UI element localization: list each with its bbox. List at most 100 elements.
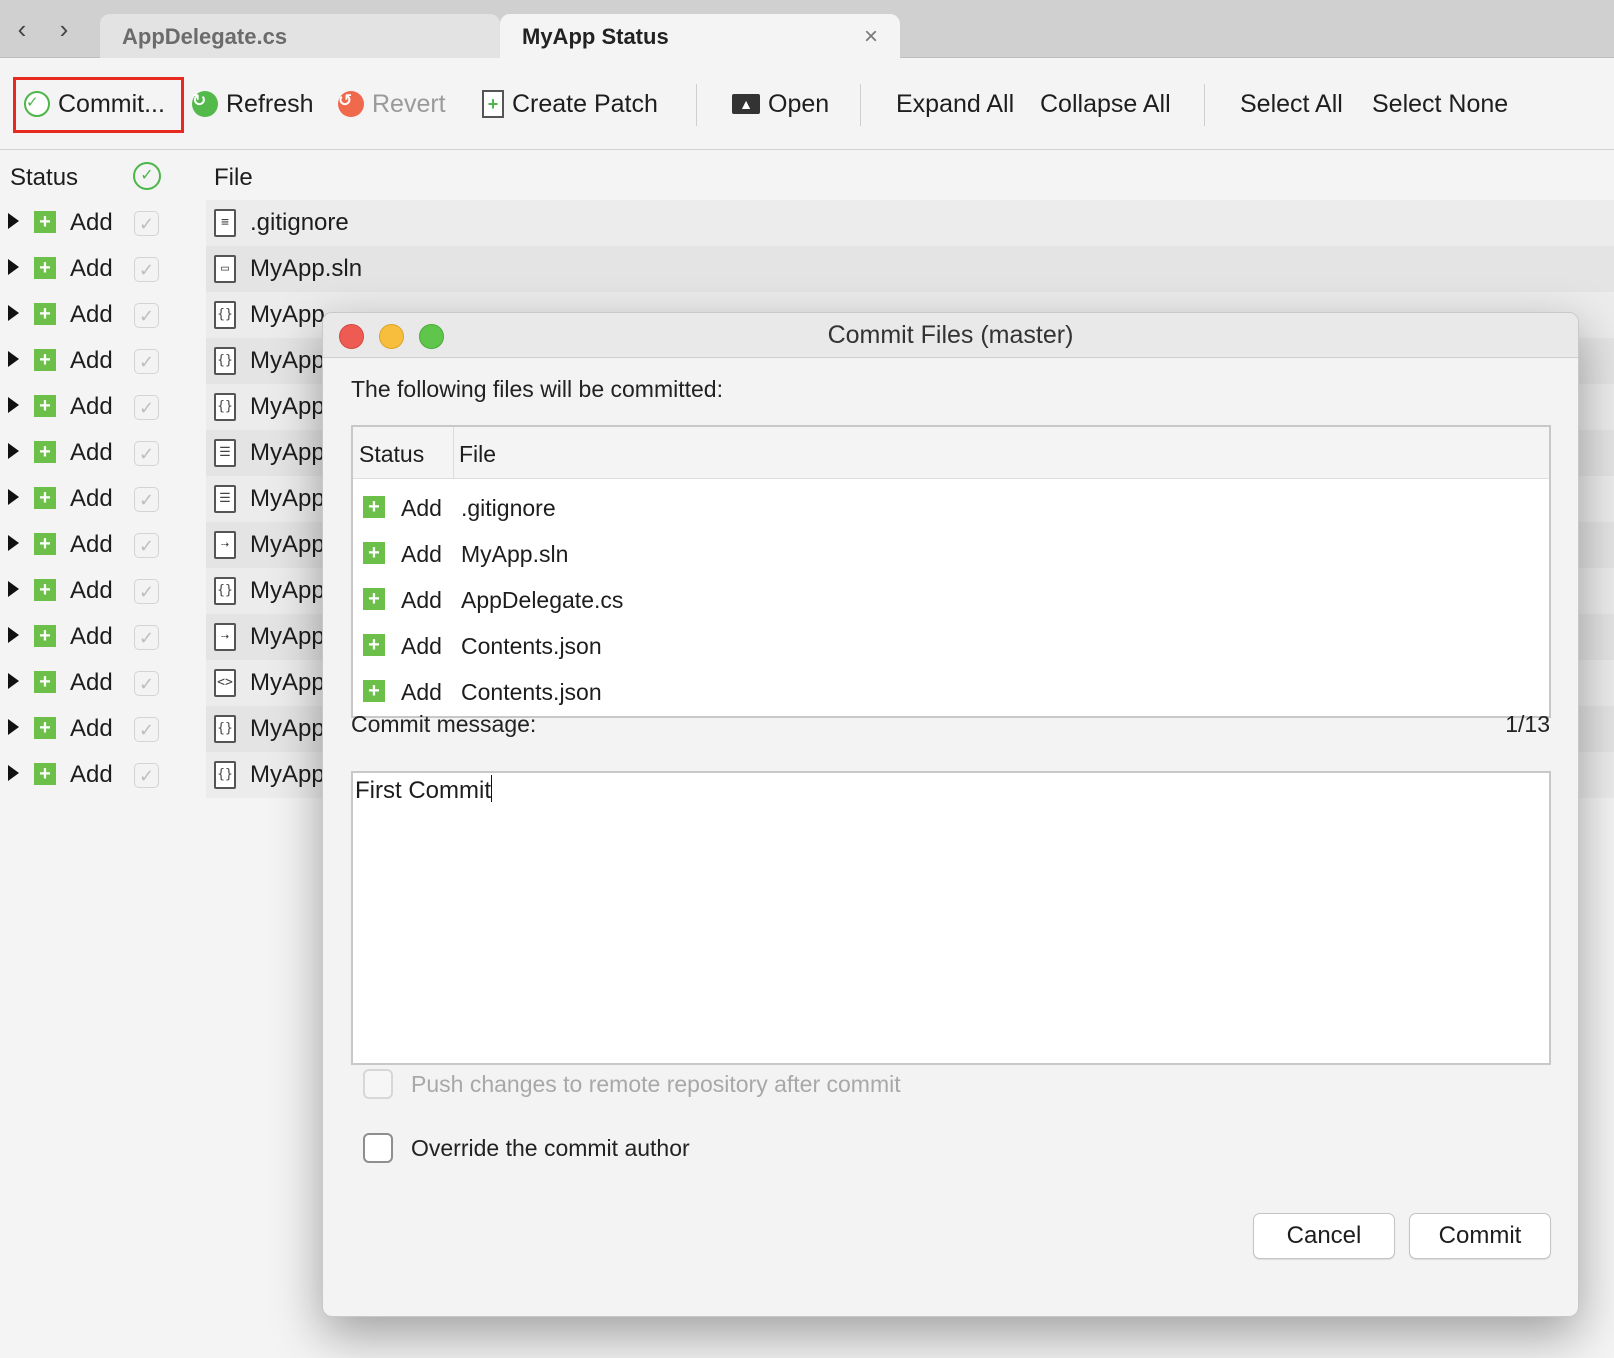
toolbar-divider <box>860 84 861 126</box>
list-item[interactable]: + Add ✓ ▭ MyApp.sln <box>0 246 1614 292</box>
table-row[interactable]: + Add Contents.json <box>353 669 1549 715</box>
create-patch-button-label: Create Patch <box>512 89 658 118</box>
override-author-checkbox[interactable] <box>363 1133 393 1163</box>
json-file-icon: {} <box>214 393 236 421</box>
tab-myapp-status[interactable]: MyApp Status × <box>500 14 900 59</box>
close-window-icon[interactable] <box>339 324 364 349</box>
toolbar-divider <box>1204 84 1205 126</box>
override-author-label: Override the commit author <box>411 1135 690 1161</box>
back-arrow-icon[interactable]: ‹ <box>10 16 34 42</box>
commit-message-counter: 1/13 <box>1505 711 1550 737</box>
row-status: Add <box>70 301 113 328</box>
disclosure-triangle-icon[interactable] <box>8 673 19 689</box>
row-include-checkbox[interactable]: ✓ <box>134 533 159 558</box>
forward-arrow-icon[interactable]: › <box>52 16 76 42</box>
select-all-button[interactable]: Select All <box>1240 76 1343 132</box>
row-include-checkbox[interactable]: ✓ <box>134 395 159 420</box>
list-file-icon: ☰ <box>214 485 236 513</box>
open-button[interactable]: ▲ Open <box>732 76 829 132</box>
refresh-button-label: Refresh <box>226 89 314 118</box>
folder-open-icon: ▲ <box>732 94 760 114</box>
json-file-icon: {} <box>214 301 236 329</box>
row-include-checkbox[interactable]: ✓ <box>134 257 159 282</box>
expand-all-button[interactable]: Expand All <box>896 76 1014 132</box>
column-divider <box>453 427 454 479</box>
list-item[interactable]: + Add ✓ ≡ .gitignore <box>0 200 1614 246</box>
collapse-all-button[interactable]: Collapse All <box>1040 76 1171 132</box>
add-status-icon: + <box>363 680 385 702</box>
row-include-checkbox[interactable]: ✓ <box>134 671 159 696</box>
row-status: Add <box>401 587 442 613</box>
add-status-icon: + <box>34 625 56 647</box>
row-include-checkbox[interactable]: ✓ <box>134 625 159 650</box>
json-file-icon: {} <box>214 577 236 605</box>
commit-confirm-button[interactable]: Commit <box>1409 1213 1551 1259</box>
disclosure-triangle-icon[interactable] <box>8 627 19 643</box>
maximize-window-icon[interactable] <box>419 324 444 349</box>
add-status-icon: + <box>34 763 56 785</box>
close-icon[interactable]: × <box>864 14 878 59</box>
row-file-name: Contents.json <box>461 633 602 659</box>
table-row[interactable]: + Add AppDelegate.cs <box>353 577 1549 623</box>
row-status: Add <box>70 761 113 788</box>
dialog-title-bar: Commit Files (master) <box>323 313 1578 358</box>
row-status: Add <box>401 633 442 659</box>
disclosure-triangle-icon[interactable] <box>8 719 19 735</box>
solution-file-icon: ▭ <box>214 255 236 283</box>
tab-bar: ‹ › AppDelegate.cs MyApp Status × <box>0 0 1614 59</box>
status-column-header[interactable]: Status <box>359 441 424 468</box>
add-status-icon: + <box>363 588 385 610</box>
disclosure-triangle-icon[interactable] <box>8 351 19 367</box>
disclosure-triangle-icon[interactable] <box>8 397 19 413</box>
push-changes-checkbox[interactable] <box>363 1069 393 1099</box>
minimize-window-icon[interactable] <box>379 324 404 349</box>
table-row[interactable]: + Add MyApp.sln <box>353 531 1549 577</box>
revert-button[interactable]: ↺ Revert <box>338 76 446 132</box>
disclosure-triangle-icon[interactable] <box>8 213 19 229</box>
tab-appdelegate[interactable]: AppDelegate.cs <box>100 14 500 59</box>
row-include-checkbox[interactable]: ✓ <box>134 579 159 604</box>
disclosure-triangle-icon[interactable] <box>8 535 19 551</box>
row-include-checkbox[interactable]: ✓ <box>134 303 159 328</box>
row-file-name: MyApp <box>250 393 325 420</box>
row-file-name: MyApp <box>250 301 325 328</box>
status-column-header[interactable]: Status <box>10 164 78 192</box>
commit-files-dialog: Commit Files (master) The following file… <box>322 312 1579 1317</box>
row-include-checkbox[interactable]: ✓ <box>134 717 159 742</box>
push-changes-label: Push changes to remote repository after … <box>411 1071 901 1097</box>
row-file-name: .gitignore <box>250 209 349 236</box>
cancel-button[interactable]: Cancel <box>1253 1213 1395 1259</box>
table-row[interactable]: + Add .gitignore <box>353 485 1549 531</box>
refresh-button[interactable]: ↻ Refresh <box>192 76 314 132</box>
check-circle-icon[interactable]: ✓ <box>133 162 161 190</box>
table-row[interactable]: + Add Contents.json <box>353 623 1549 669</box>
tab-label: MyApp Status <box>522 24 669 49</box>
row-status: Add <box>70 485 113 512</box>
commit-button[interactable]: ✓ Commit... <box>24 76 165 132</box>
row-include-checkbox[interactable]: ✓ <box>134 441 159 466</box>
create-patch-button[interactable]: + Create Patch <box>482 76 658 132</box>
add-status-icon: + <box>34 395 56 417</box>
commit-message-input[interactable]: First Commit <box>351 771 1551 1065</box>
disclosure-triangle-icon[interactable] <box>8 581 19 597</box>
list-file-icon: ☰ <box>214 439 236 467</box>
disclosure-triangle-icon[interactable] <box>8 489 19 505</box>
disclosure-triangle-icon[interactable] <box>8 259 19 275</box>
disclosure-triangle-icon[interactable] <box>8 443 19 459</box>
commit-file-table: Status File + Add .gitignore + Add MyApp.sln +… <box>351 425 1551 718</box>
file-column-header[interactable]: File <box>214 164 253 192</box>
row-include-checkbox[interactable]: ✓ <box>134 487 159 512</box>
storyboard-file-icon: ⇢ <box>214 531 236 559</box>
row-file-name: .gitignore <box>461 495 556 521</box>
disclosure-triangle-icon[interactable] <box>8 305 19 321</box>
row-include-checkbox[interactable]: ✓ <box>134 211 159 236</box>
commit-message-label: Commit message: <box>351 711 537 737</box>
row-include-checkbox[interactable]: ✓ <box>134 349 159 374</box>
disclosure-triangle-icon[interactable] <box>8 765 19 781</box>
add-status-icon: + <box>34 441 56 463</box>
row-status: Add <box>70 669 113 696</box>
row-include-checkbox[interactable]: ✓ <box>134 763 159 788</box>
file-column-header[interactable]: File <box>459 441 496 468</box>
select-none-button[interactable]: Select None <box>1372 76 1508 132</box>
add-status-icon: + <box>363 634 385 656</box>
